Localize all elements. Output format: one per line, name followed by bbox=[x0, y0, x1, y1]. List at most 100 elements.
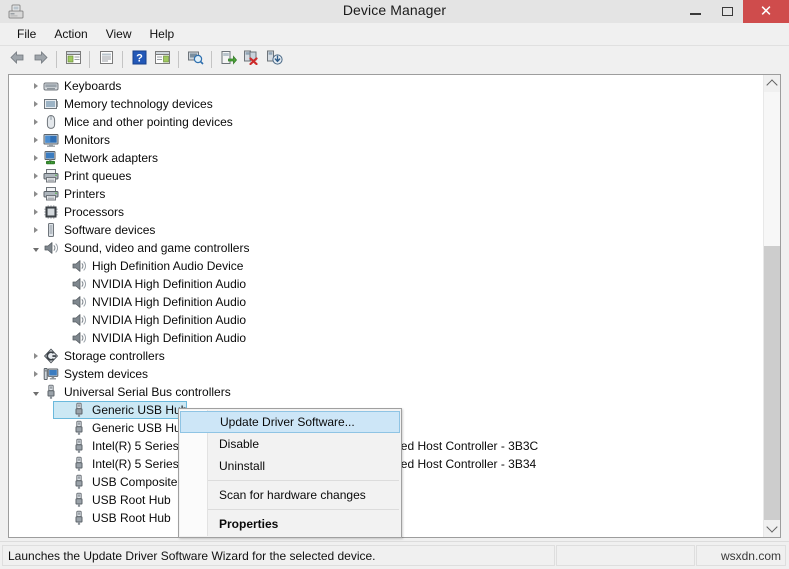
keyboard-icon bbox=[43, 78, 59, 94]
usb-icon bbox=[71, 510, 87, 526]
expander-collapsed-icon[interactable] bbox=[29, 119, 43, 125]
device-manager-window: Device Manager ✕ File Action View Help ?… bbox=[0, 0, 789, 569]
close-button[interactable]: ✕ bbox=[743, 0, 789, 23]
tree-item[interactable]: Printers bbox=[9, 185, 763, 203]
status-message: Launches the Update Driver Software Wiza… bbox=[2, 545, 555, 566]
scrollbar-track[interactable] bbox=[764, 92, 780, 520]
uninstall-red-x-icon bbox=[243, 50, 260, 68]
tree-item[interactable]: Mice and other pointing devices bbox=[9, 113, 763, 131]
update-driver-software-button[interactable] bbox=[217, 48, 239, 70]
scan-for-hardware-changes-button[interactable] bbox=[184, 48, 206, 70]
tree-item-label: NVIDIA High Definition Audio bbox=[92, 331, 247, 345]
expander-expanded-icon[interactable] bbox=[29, 389, 43, 396]
context-menu-item-label: Update Driver Software... bbox=[220, 415, 355, 429]
expander-collapsed-icon[interactable] bbox=[29, 173, 43, 179]
expander-collapsed-icon[interactable] bbox=[29, 155, 43, 161]
update-driver-icon bbox=[220, 50, 237, 68]
tree-item[interactable]: Universal Serial Bus controllers bbox=[9, 383, 763, 401]
context-menu-item[interactable]: Update Driver Software... bbox=[180, 411, 400, 433]
expander-collapsed-icon[interactable] bbox=[29, 209, 43, 215]
expander-collapsed-icon[interactable] bbox=[29, 227, 43, 233]
expander-collapsed-icon[interactable] bbox=[29, 101, 43, 107]
maximize-button[interactable] bbox=[711, 0, 743, 23]
context-menu[interactable]: Update Driver Software... Disable Uninstal… bbox=[178, 408, 402, 538]
tree-item-label: Processors bbox=[64, 205, 125, 219]
expander-collapsed-icon[interactable] bbox=[29, 191, 43, 197]
tree-item-label: Network adapters bbox=[64, 151, 159, 165]
expander-collapsed-icon[interactable] bbox=[29, 353, 43, 359]
tree-item[interactable]: NVIDIA High Definition Audio bbox=[9, 275, 763, 293]
context-menu-item[interactable]: Properties bbox=[179, 513, 401, 535]
chevron-down-icon bbox=[766, 521, 778, 533]
tree-item[interactable]: High Definition Audio Device bbox=[9, 257, 763, 275]
help-question-icon: ? bbox=[132, 50, 147, 68]
tree-item[interactable]: Keyboards bbox=[9, 77, 763, 95]
tree-item[interactable]: Print queues bbox=[9, 167, 763, 185]
tree-item[interactable]: NVIDIA High Definition Audio bbox=[9, 293, 763, 311]
usb-icon bbox=[71, 456, 87, 472]
network-adapter-icon bbox=[43, 150, 59, 166]
tree-item[interactable]: NVIDIA High Definition Audio bbox=[9, 311, 763, 329]
show-hide-console-tree-button[interactable] bbox=[62, 48, 84, 70]
uninstall-button[interactable] bbox=[240, 48, 262, 70]
minimize-button[interactable] bbox=[679, 0, 711, 23]
properties-button[interactable] bbox=[95, 48, 117, 70]
menu-view[interactable]: View bbox=[97, 24, 141, 44]
tree-item[interactable]: Storage controllers bbox=[9, 347, 763, 365]
usb-icon bbox=[71, 474, 87, 490]
forward-arrow-icon bbox=[32, 50, 49, 68]
tree-item[interactable]: Software devices bbox=[9, 221, 763, 239]
menu-action[interactable]: Action bbox=[45, 24, 96, 44]
printer-icon bbox=[43, 168, 59, 184]
usb-icon bbox=[71, 492, 87, 508]
disable-down-arrow-icon bbox=[266, 50, 283, 68]
toolbar: ? bbox=[0, 46, 789, 72]
forward-button[interactable] bbox=[29, 48, 51, 70]
scroll-up-arrow[interactable] bbox=[764, 75, 780, 92]
minimize-icon bbox=[689, 13, 701, 15]
tree-item[interactable]: NVIDIA High Definition Audio bbox=[9, 329, 763, 347]
properties-icon bbox=[98, 50, 115, 68]
menu-help[interactable]: Help bbox=[141, 24, 184, 44]
tree-item-label: USB Root Hub bbox=[92, 511, 171, 525]
expander-collapsed-icon[interactable] bbox=[29, 137, 43, 143]
tree-item[interactable]: Memory technology devices bbox=[9, 95, 763, 113]
tree-item-label: Keyboards bbox=[64, 79, 122, 93]
toolbar-separator bbox=[211, 50, 212, 68]
vertical-scrollbar[interactable] bbox=[763, 75, 780, 537]
svg-text:?: ? bbox=[136, 53, 143, 65]
help-button[interactable]: ? bbox=[128, 48, 150, 70]
system-device-icon bbox=[43, 366, 59, 382]
show-hide-action-pane-button[interactable] bbox=[151, 48, 173, 70]
menu-file[interactable]: File bbox=[8, 24, 45, 44]
tree-item[interactable]: Sound, video and game controllers bbox=[9, 239, 763, 257]
scrollbar-thumb[interactable] bbox=[764, 246, 780, 520]
scroll-down-arrow[interactable] bbox=[764, 520, 780, 537]
speaker-icon bbox=[71, 294, 87, 310]
watermark: wsxdn.com bbox=[696, 545, 786, 566]
back-button[interactable] bbox=[6, 48, 28, 70]
expander-expanded-icon[interactable] bbox=[29, 245, 43, 252]
context-menu-item[interactable]: Scan for hardware changes bbox=[179, 484, 401, 506]
window-title: Device Manager bbox=[342, 2, 447, 18]
expander-collapsed-icon[interactable] bbox=[29, 83, 43, 89]
back-arrow-icon bbox=[9, 50, 26, 68]
tree-item-label: Universal Serial Bus controllers bbox=[64, 385, 231, 399]
tree-item[interactable]: System devices bbox=[9, 365, 763, 383]
tree-item[interactable]: Processors bbox=[9, 203, 763, 221]
tree-item-label: System devices bbox=[64, 367, 149, 381]
toolbar-separator bbox=[89, 50, 90, 68]
tree-item[interactable]: Monitors bbox=[9, 131, 763, 149]
context-menu-item[interactable]: Uninstall bbox=[179, 455, 401, 477]
expander-collapsed-icon[interactable] bbox=[29, 371, 43, 377]
usb-icon bbox=[71, 420, 87, 436]
tree-item-label: NVIDIA High Definition Audio bbox=[92, 295, 247, 309]
memory-device-icon bbox=[43, 96, 59, 112]
toolbar-separator bbox=[122, 50, 123, 68]
context-menu-separator bbox=[208, 509, 399, 510]
tree-item-label: High Definition Audio Device bbox=[92, 259, 244, 273]
context-menu-item[interactable]: Disable bbox=[179, 433, 401, 455]
toolbar-separator bbox=[56, 50, 57, 68]
disable-button[interactable] bbox=[263, 48, 285, 70]
tree-item[interactable]: Network adapters bbox=[9, 149, 763, 167]
